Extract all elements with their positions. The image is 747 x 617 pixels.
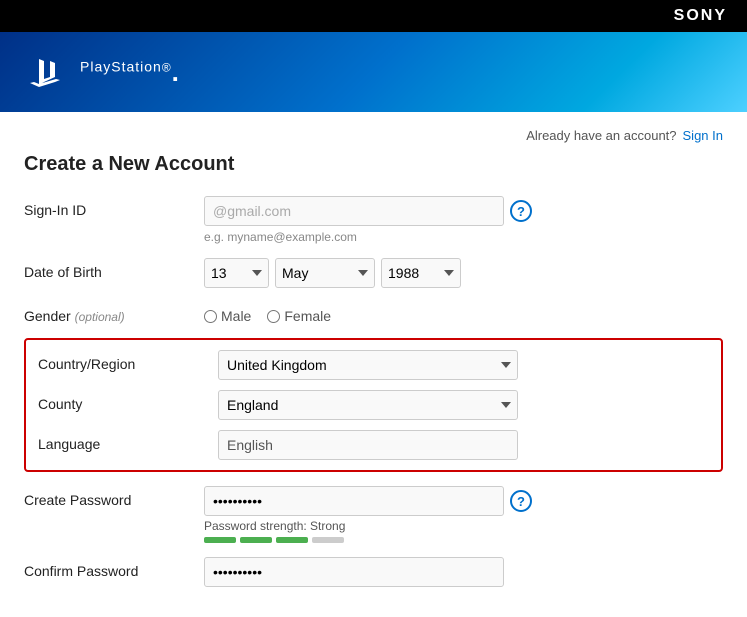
dob-controls: 13 123 May JanuaryFebruary 1988 19902000: [204, 258, 723, 288]
sign-in-id-controls: ? e.g. myname@example.com: [204, 196, 723, 244]
county-row: County England Scotland Wales Northern I…: [38, 390, 709, 420]
language-input: [218, 430, 518, 460]
gender-male-text: Male: [221, 308, 251, 324]
gender-male-radio[interactable]: [204, 310, 217, 323]
language-row: Language: [38, 430, 709, 460]
email-hint: e.g. myname@example.com: [204, 230, 723, 244]
password-strength-bars: [204, 537, 723, 543]
confirm-password-label: Confirm Password: [24, 557, 204, 579]
sign-in-id-wrapper: ?: [204, 196, 723, 226]
gender-wrapper: Male Female: [204, 302, 723, 324]
dob-year-select[interactable]: 1988 19902000: [381, 258, 461, 288]
main-content: Already have an account? Sign In Create …: [0, 112, 747, 617]
strength-bar-4: [312, 537, 344, 543]
location-section: Country/Region United Kingdom United Sta…: [24, 338, 723, 472]
sign-in-link[interactable]: Sign In: [683, 128, 723, 143]
confirm-password-row: Confirm Password: [24, 557, 723, 587]
dob-row: Date of Birth 13 123 May JanuaryFebruary…: [24, 258, 723, 288]
already-account-text: Already have an account?: [526, 128, 676, 143]
create-password-input[interactable]: [204, 486, 504, 516]
gender-controls: Male Female: [204, 302, 723, 324]
language-controls: [218, 430, 709, 460]
dob-month-select[interactable]: May JanuaryFebruary: [275, 258, 375, 288]
page-title: Create a New Account: [24, 153, 723, 176]
county-controls: England Scotland Wales Northern Ireland: [218, 390, 709, 420]
confirm-password-controls: [204, 557, 723, 587]
gender-male-label[interactable]: Male: [204, 308, 251, 324]
language-label: Language: [38, 430, 218, 452]
gender-female-text: Female: [284, 308, 331, 324]
create-password-controls: ? Password strength: Strong: [204, 486, 723, 543]
dob-label: Date of Birth: [24, 258, 204, 280]
sony-bar: SONY: [0, 0, 747, 32]
ps-logo-area: PlayStation®.: [20, 47, 180, 97]
password-wrapper: ?: [204, 486, 723, 516]
password-strength-text: Password strength: Strong: [204, 519, 723, 533]
account-bar: Already have an account? Sign In: [24, 128, 723, 143]
dob-wrapper: 13 123 May JanuaryFebruary 1988 19902000: [204, 258, 723, 288]
create-password-row: Create Password ? Password strength: Str…: [24, 486, 723, 543]
ps-header: PlayStation®.: [0, 32, 747, 112]
password-help-icon[interactable]: ?: [510, 490, 532, 512]
country-controls: United Kingdom United States Germany Fra…: [218, 350, 709, 380]
gender-label: Gender (optional): [24, 302, 204, 324]
gender-female-radio[interactable]: [267, 310, 280, 323]
country-row: Country/Region United Kingdom United Sta…: [38, 350, 709, 380]
create-password-label: Create Password: [24, 486, 204, 508]
country-label: Country/Region: [38, 350, 218, 372]
gender-optional-text: (optional): [75, 310, 125, 324]
strength-bar-1: [204, 537, 236, 543]
playstation-icon: [20, 47, 70, 97]
sign-in-id-row: Sign-In ID ? e.g. myname@example.com: [24, 196, 723, 244]
strength-bar-2: [240, 537, 272, 543]
gender-row: Gender (optional) Male Female: [24, 302, 723, 324]
strength-bar-3: [276, 537, 308, 543]
sign-in-id-help-icon[interactable]: ?: [510, 200, 532, 222]
county-select[interactable]: England Scotland Wales Northern Ireland: [218, 390, 518, 420]
confirm-password-input[interactable]: [204, 557, 504, 587]
country-select[interactable]: United Kingdom United States Germany Fra…: [218, 350, 518, 380]
sign-in-id-input[interactable]: [204, 196, 504, 226]
sign-in-id-label: Sign-In ID: [24, 196, 204, 218]
sony-logo: SONY: [674, 7, 727, 25]
gender-female-label[interactable]: Female: [267, 308, 331, 324]
ps-title: PlayStation®.: [80, 57, 180, 87]
county-label: County: [38, 390, 218, 412]
dob-day-select[interactable]: 13 123: [204, 258, 269, 288]
ps-brand-text: PlayStation®.: [80, 57, 180, 88]
